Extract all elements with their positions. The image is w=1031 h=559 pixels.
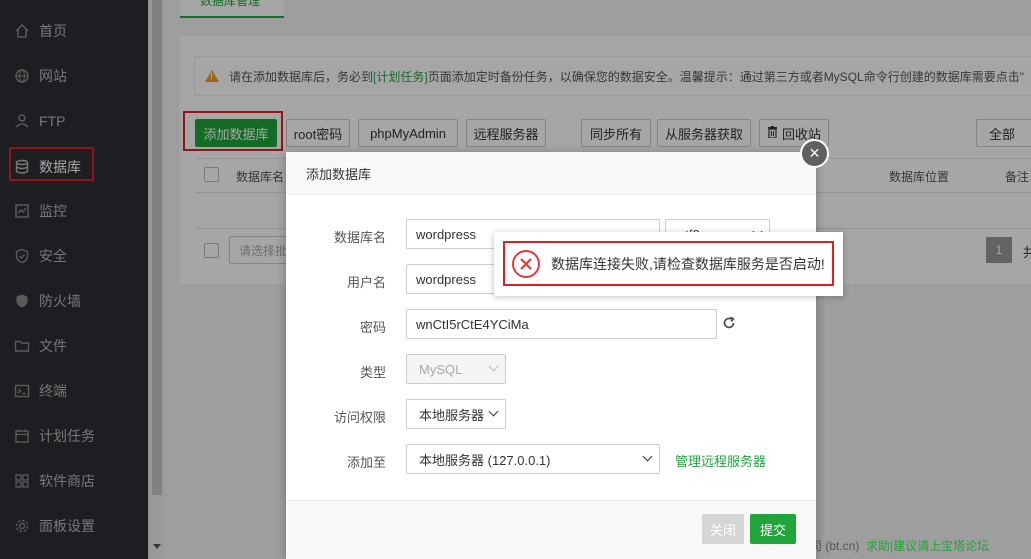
- error-toast: 数据库连接失败,请检查数据库服务是否启动!: [494, 232, 843, 296]
- type-value: MySQL: [419, 361, 463, 377]
- close-button[interactable]: 关闭: [702, 514, 744, 544]
- db-name-label: 数据库名: [333, 230, 386, 245]
- forum-link[interactable]: 求助|建议请上宝塔论坛: [866, 539, 989, 553]
- error-message: 数据库连接失败,请检查数据库服务是否启动!: [551, 255, 825, 272]
- error-highlight: 数据库连接失败,请检查数据库服务是否启动!: [503, 241, 834, 286]
- add-to-value: 本地服务器 (127.0.0.1): [419, 452, 551, 468]
- refresh-password-icon[interactable]: [722, 316, 738, 332]
- username-label: 用户名: [346, 275, 386, 290]
- password-input[interactable]: wnCtI5rCtE4YCiMa: [406, 309, 717, 339]
- footer-links: 司 (bt.cn) 求助|建议请上宝塔论坛: [810, 537, 989, 554]
- dialog-footer: 关闭 提交: [286, 500, 816, 559]
- footer-company: 司 (bt.cn): [810, 539, 860, 553]
- error-icon: [511, 249, 541, 279]
- submit-button[interactable]: 提交: [750, 514, 796, 544]
- access-select[interactable]: 本地服务器: [406, 399, 506, 429]
- add-to-label: 添加至: [346, 455, 386, 470]
- dialog-title: 添加数据库: [286, 152, 816, 195]
- manage-remote-link[interactable]: 管理远程服务器: [675, 451, 766, 470]
- type-label: 类型: [359, 365, 386, 380]
- access-label: 访问权限: [333, 410, 386, 425]
- add-database-dialog: 添加数据库 数据库名 wordpress utf8 用户名 wordpress …: [286, 152, 816, 559]
- chevron-down-icon: [642, 451, 653, 462]
- chevron-down-icon: [488, 361, 499, 372]
- close-icon[interactable]: ×: [800, 139, 829, 168]
- chevron-down-icon: [488, 406, 499, 417]
- add-to-select[interactable]: 本地服务器 (127.0.0.1): [406, 444, 660, 474]
- type-select: MySQL: [406, 354, 506, 384]
- access-value: 本地服务器: [419, 407, 485, 423]
- password-label: 密码: [359, 320, 386, 335]
